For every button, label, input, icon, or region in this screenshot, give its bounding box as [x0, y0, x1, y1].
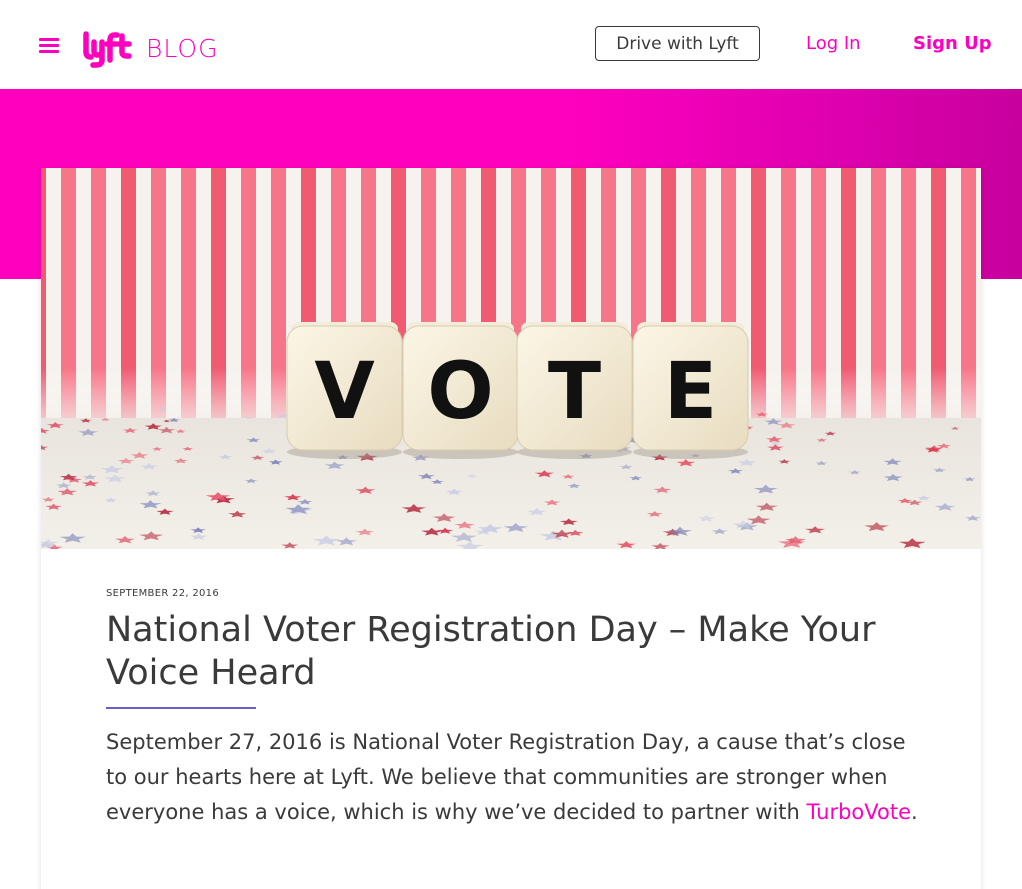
turbovote-link[interactable]: TurboVote [807, 800, 912, 824]
vote-die-o: O [402, 322, 519, 459]
vote-die-e: E [632, 322, 749, 459]
hamburger-menu-icon[interactable] [39, 38, 59, 54]
post-intro-paragraph: September 27, 2016 is National Voter Reg… [106, 725, 926, 830]
post-title: National Voter Registration Day – Make Y… [106, 610, 876, 693]
vote-letter: T [548, 347, 601, 437]
lyft-logo[interactable] [81, 30, 133, 68]
vote-photo-illustration: VOTE [41, 168, 981, 549]
login-link[interactable]: Log In [806, 33, 861, 54]
vote-letter: O [427, 347, 493, 437]
vote-letter: V [314, 347, 374, 437]
post-date: SEPTEMBER 22, 2016 [106, 588, 219, 599]
signup-link[interactable]: Sign Up [913, 33, 992, 54]
vote-letter: E [664, 347, 717, 437]
article-card: VOTE SEPTEMBER 22, 2016 National Voter R… [41, 168, 981, 889]
site-header: BLOG Drive with Lyft Log In Sign Up [0, 0, 1022, 89]
vote-dice-hero-image: VOTE [41, 168, 981, 549]
blog-label: BLOG [146, 34, 219, 63]
vote-die-t: T [516, 322, 633, 459]
lyft-logo-icon [83, 31, 132, 68]
drive-with-lyft-button[interactable]: Drive with Lyft [595, 26, 760, 61]
vote-die-v: V [286, 322, 403, 459]
title-underline-rule [106, 707, 256, 709]
post-body-text: September 27, 2016 is National Voter Reg… [106, 730, 906, 824]
post-body-end: . [911, 800, 918, 824]
